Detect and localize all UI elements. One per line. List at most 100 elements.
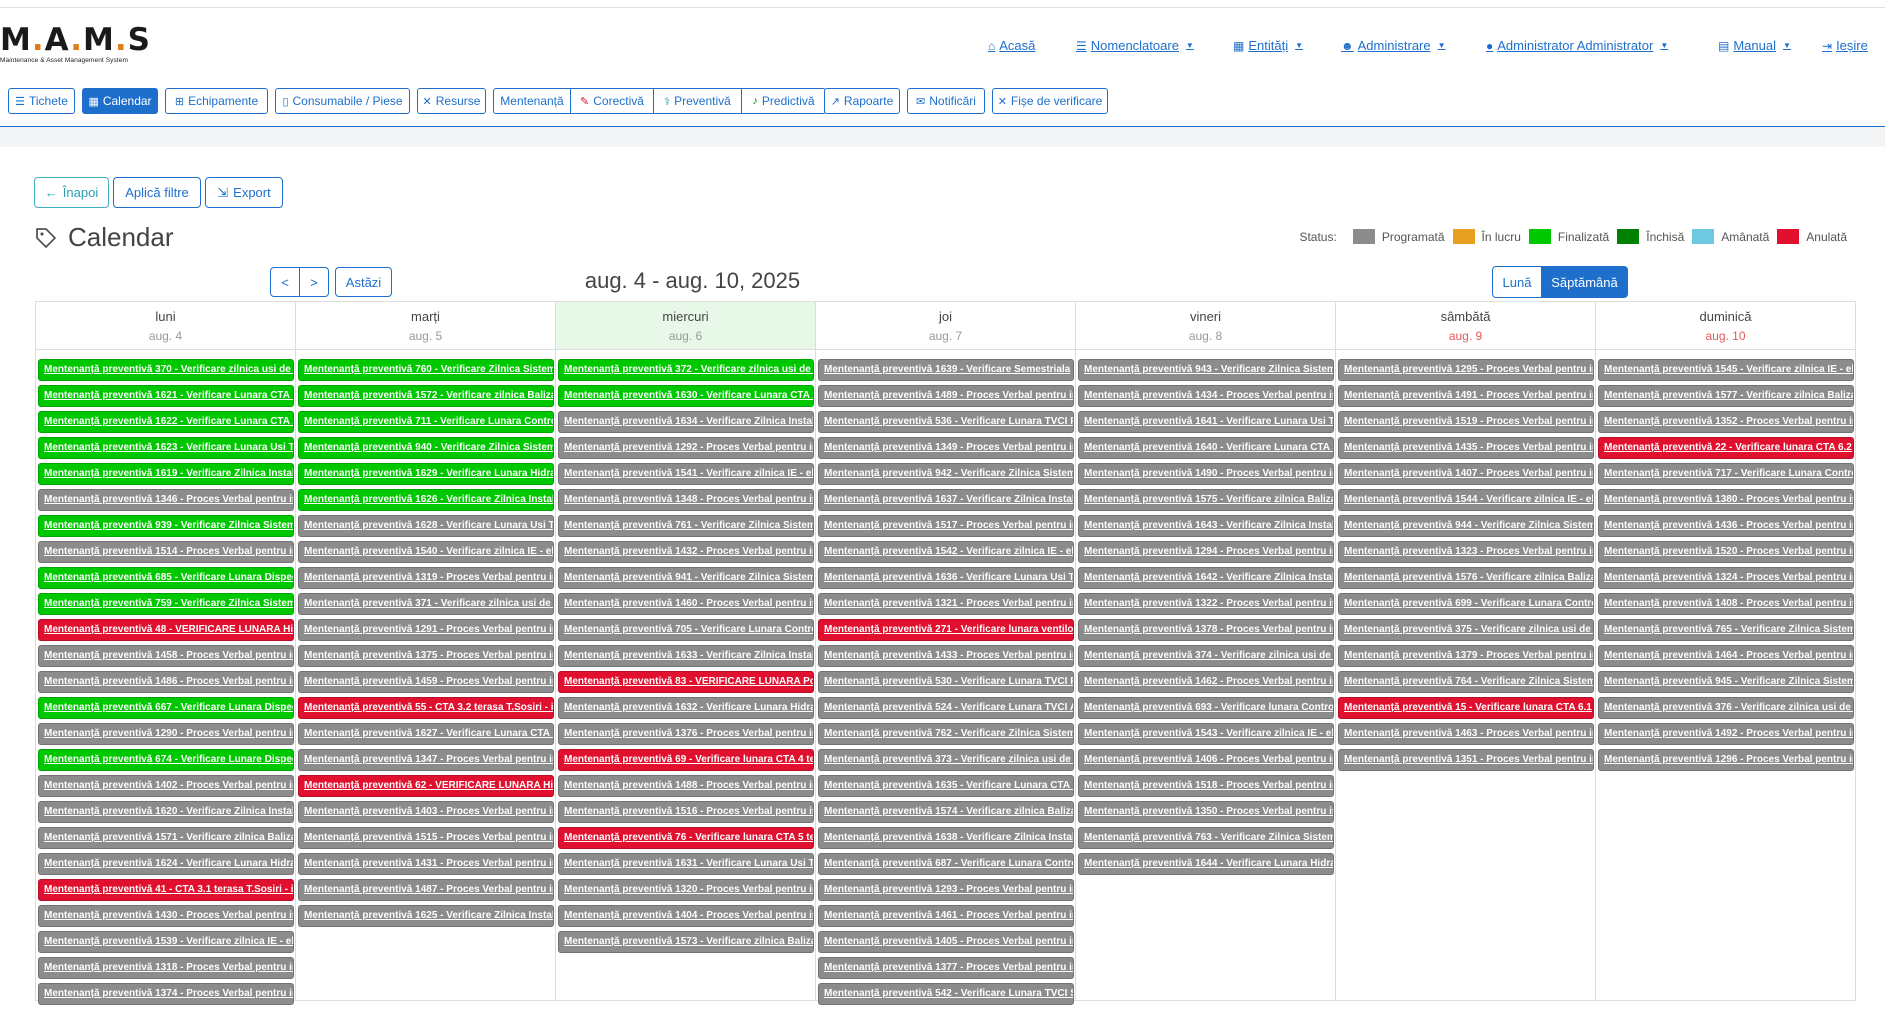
calendar-event[interactable]: Mentenanță preventivă 1296 - Proces Verb… [1598,749,1854,771]
calendar-event[interactable]: Mentenanță preventivă 1435 - Proces Verb… [1338,437,1594,459]
month-view-button[interactable]: Lună [1492,266,1542,298]
calendar-event[interactable]: Mentenanță preventivă 1458 - Proces Verb… [38,645,294,667]
calendar-event[interactable]: Mentenanță preventivă 1489 - Proces Verb… [818,385,1074,407]
calendar-event[interactable]: Mentenanță preventivă 1637 - Verificare … [818,489,1074,511]
calendar-event[interactable]: Mentenanță preventivă 945 - Verificare Z… [1598,671,1854,693]
calendar-event[interactable]: Mentenanță preventivă 1634 - Verificare … [558,411,814,433]
calendar-event[interactable]: Mentenanță preventivă 1516 - Proces Verb… [558,801,814,823]
calendar-event[interactable]: Mentenanță preventivă 705 - Verificare L… [558,619,814,641]
calendar-event[interactable]: Mentenanță preventivă 1291 - Proces Verb… [298,619,554,641]
calendar-event[interactable]: Mentenanță preventivă 1636 - Verificare … [818,567,1074,589]
calendar-event[interactable]: Mentenanță preventivă 764 - Verificare Z… [1338,671,1594,693]
calendar-event[interactable]: Mentenanță preventivă 1486 - Proces Verb… [38,671,294,693]
calendar-event[interactable]: Mentenanță preventivă 1380 - Proces Verb… [1598,489,1854,511]
calendar-event[interactable]: Mentenanță preventivă 1544 - Verificare … [1338,489,1594,511]
calendar-event[interactable]: Mentenanță preventivă 944 - Verificare Z… [1338,515,1594,537]
calendar-event[interactable]: Mentenanță preventivă 1491 - Proces Verb… [1338,385,1594,407]
corectiva-button[interactable]: ✎ Corectivă [570,88,654,114]
echipamente-button[interactable]: ⊞ Echipamente [165,88,268,114]
predictiva-button[interactable]: ♪ Predictivă [741,88,826,114]
calendar-event[interactable]: Mentenanță preventivă 1571 - Verificare … [38,827,294,849]
calendar-event[interactable]: Mentenanță preventivă 1628 - Verificare … [298,515,554,537]
calendar-event[interactable]: Mentenanță preventivă 1635 - Verificare … [818,775,1074,797]
calendar-event[interactable]: Mentenanță preventivă 1639 - Verificare … [818,359,1074,381]
consumabile-button[interactable]: ▯ Consumabile / Piese [275,88,410,114]
calendar-event[interactable]: Mentenanță preventivă 1631 - Verificare … [558,853,814,875]
calendar-event[interactable]: Mentenanță preventivă 55 - CTA 3.2 teras… [298,697,554,719]
calendar-event[interactable]: Mentenanță preventivă 1620 - Verificare … [38,801,294,823]
week-view-button[interactable]: Săptămână [1541,266,1628,298]
calendar-event[interactable]: Mentenanță preventivă 1542 - Verificare … [818,541,1074,563]
calendar-event[interactable]: Mentenanță preventivă 1641 - Verificare … [1078,411,1334,433]
calendar-event[interactable]: Mentenanță preventivă 1488 - Proces Verb… [558,775,814,797]
calendar-event[interactable]: Mentenanță preventivă 22 - Verificare lu… [1598,437,1854,459]
calendar-event[interactable]: Mentenanță preventivă 83 - VERIFICARE LU… [558,671,814,693]
calendar-event[interactable]: Mentenanță preventivă 1638 - Verificare … [818,827,1074,849]
calendar-event[interactable]: Mentenanță preventivă 1350 - Proces Verb… [1078,801,1334,823]
calendar-event[interactable]: Mentenanță preventivă 1323 - Proces Verb… [1338,541,1594,563]
calendar-event[interactable]: Mentenanță preventivă 939 - Verificare Z… [38,515,294,537]
fise-verificare-button[interactable]: ✕ Fișe de verificare [992,88,1108,114]
calendar-event[interactable]: Mentenanță preventivă 1405 - Proces Verb… [818,931,1074,953]
calendar-event[interactable]: Mentenanță preventivă 1574 - Verificare … [818,801,1074,823]
calendar-event[interactable]: Mentenanță preventivă 1629 - Verificare … [298,463,554,485]
calendar-event[interactable]: Mentenanță preventivă 1520 - Proces Verb… [1598,541,1854,563]
resurse-button[interactable]: ✕ Resurse [417,88,486,114]
calendar-event[interactable]: Mentenanță preventivă 1377 - Proces Verb… [818,957,1074,979]
calendar-event[interactable]: Mentenanță preventivă 1572 - Verificare … [298,385,554,407]
calendar-event[interactable]: Mentenanță preventivă 542 - Verificare L… [818,983,1074,1005]
calendar-event[interactable]: Mentenanță preventivă 1319 - Proces Verb… [298,567,554,589]
calendar-event[interactable]: Mentenanță preventivă 1623 - Verificare … [38,437,294,459]
calendar-event[interactable]: Mentenanță preventivă 761 - Verificare Z… [558,515,814,537]
nav-entitati[interactable]: ▦ Entități ▼ [1233,38,1303,53]
nav-manual[interactable]: ▤ Manual ▼ [1718,38,1791,53]
back-button[interactable]: ← Înapoi [34,177,109,208]
calendar-event[interactable]: Mentenanță preventivă 530 - Verificare L… [818,671,1074,693]
calendar-event[interactable]: Mentenanță preventivă 1644 - Verificare … [1078,853,1334,875]
calendar-event[interactable]: Mentenanță preventivă 376 - Verificare z… [1598,697,1854,719]
calendar-event[interactable]: Mentenanță preventivă 375 - Verificare z… [1338,619,1594,641]
calendar-event[interactable]: Mentenanță preventivă 685 - Verificare L… [38,567,294,589]
calendar-event[interactable]: Mentenanță preventivă 1318 - Proces Verb… [38,957,294,979]
calendar-event[interactable]: Mentenanță preventivă 1321 - Proces Verb… [818,593,1074,615]
calendar-event[interactable]: Mentenanță preventivă 1295 - Proces Verb… [1338,359,1594,381]
calendar-event[interactable]: Mentenanță preventivă 941 - Verificare Z… [558,567,814,589]
calendar-event[interactable]: Mentenanță preventivă 1543 - Verificare … [1078,723,1334,745]
calendar-event[interactable]: Mentenanță preventivă 1630 - Verificare … [558,385,814,407]
nav-iesire[interactable]: ⇥ Ieșire [1822,38,1868,53]
calendar-event[interactable]: Mentenanță preventivă 1404 - Proces Verb… [558,905,814,927]
calendar-event[interactable]: Mentenanță preventivă 48 - VERIFICARE LU… [38,619,294,641]
calendar-event[interactable]: Mentenanță preventivă 271 - Verificare l… [818,619,1074,641]
calendar-event[interactable]: Mentenanță preventivă 1403 - Proces Verb… [298,801,554,823]
calendar-event[interactable]: Mentenanță preventivă 15 - Verificare lu… [1338,697,1594,719]
calendar-event[interactable]: Mentenanță preventivă 1322 - Proces Verb… [1078,593,1334,615]
calendar-event[interactable]: Mentenanță preventivă 1643 - Verificare … [1078,515,1334,537]
calendar-event[interactable]: Mentenanță preventivă 1406 - Proces Verb… [1078,749,1334,771]
calendar-event[interactable]: Mentenanță preventivă 762 - Verificare Z… [818,723,1074,745]
calendar-event[interactable]: Mentenanță preventivă 373 - Verificare z… [818,749,1074,771]
calendar-event[interactable]: Mentenanță preventivă 1490 - Proces Verb… [1078,463,1334,485]
calendar-event[interactable]: Mentenanță preventivă 1545 - Verificare … [1598,359,1854,381]
calendar-event[interactable]: Mentenanță preventivă 1514 - Proces Verb… [38,541,294,563]
notificari-button[interactable]: ✉ Notificări [907,88,985,114]
calendar-event[interactable]: Mentenanță preventivă 942 - Verificare Z… [818,463,1074,485]
calendar-event[interactable]: Mentenanță preventivă 1632 - Verificare … [558,697,814,719]
calendar-event[interactable]: Mentenanță preventivă 1375 - Proces Verb… [298,645,554,667]
calendar-event[interactable]: Mentenanță preventivă 1619 - Verificare … [38,463,294,485]
calendar-event[interactable]: Mentenanță preventivă 1351 - Proces Verb… [1338,749,1594,771]
nav-acasa[interactable]: ⌂ Acasă [988,38,1035,53]
calendar-event[interactable]: Mentenanță preventivă 1577 - Verificare … [1598,385,1854,407]
calendar-event[interactable]: Mentenanță preventivă 1575 - Verificare … [1078,489,1334,511]
calendar-event[interactable]: Mentenanță preventivă 1540 - Verificare … [298,541,554,563]
calendar-event[interactable]: Mentenanță preventivă 1431 - Proces Verb… [298,853,554,875]
calendar-event[interactable]: Mentenanță preventivă 1320 - Proces Verb… [558,879,814,901]
calendar-event[interactable]: Mentenanță preventivă 41 - CTA 3.1 teras… [38,879,294,901]
calendar-event[interactable]: Mentenanță preventivă 1518 - Proces Verb… [1078,775,1334,797]
calendar-event[interactable]: Mentenanță preventivă 1461 - Proces Verb… [818,905,1074,927]
calendar-event[interactable]: Mentenanță preventivă 667 - Verificare L… [38,697,294,719]
calendar-event[interactable]: Mentenanță preventivă 1642 - Verificare … [1078,567,1334,589]
calendar-event[interactable]: Mentenanță preventivă 711 - Verificare L… [298,411,554,433]
calendar-event[interactable]: Mentenanță preventivă 1407 - Proces Verb… [1338,463,1594,485]
calendar-event[interactable]: Mentenanță preventivă 1346 - Proces Verb… [38,489,294,511]
calendar-event[interactable]: Mentenanță preventivă 1573 - Verificare … [558,931,814,953]
